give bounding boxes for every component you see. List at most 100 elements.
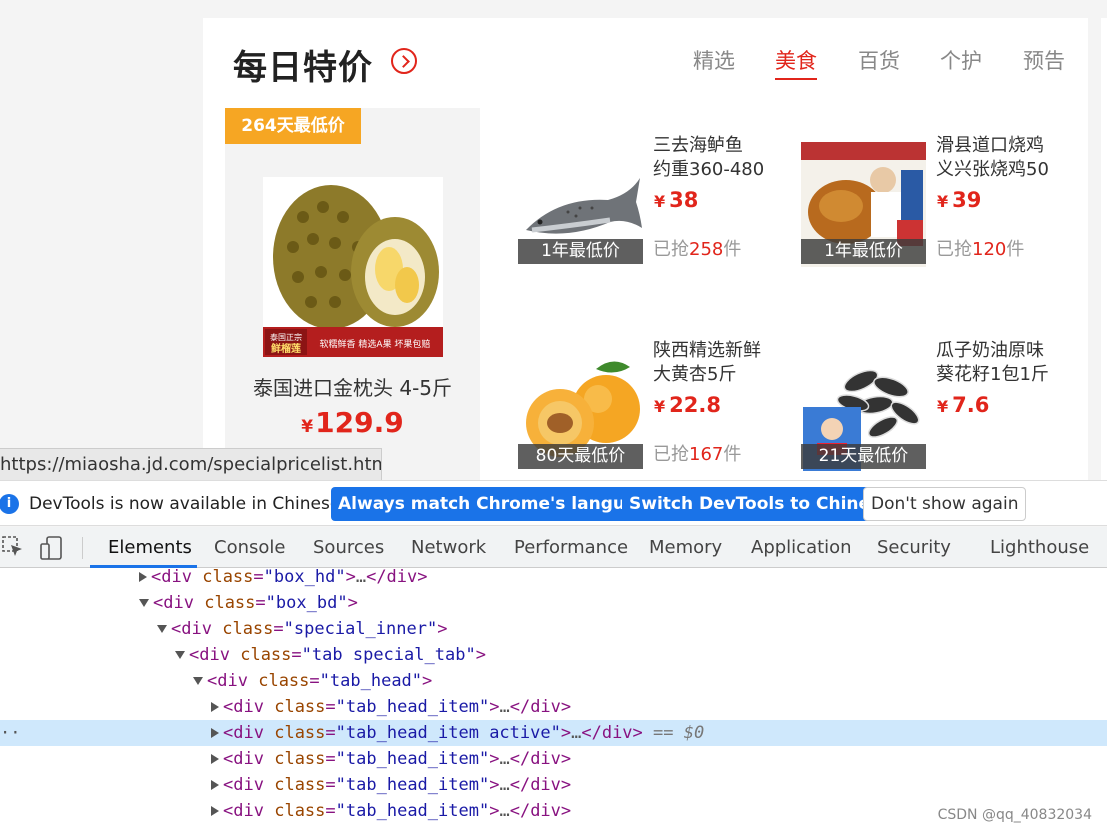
product-name-line: 葵花籽1包1斤 — [936, 364, 1049, 385]
sold-prefix: 已抢 — [653, 444, 689, 465]
tab-console[interactable]: Console — [214, 537, 285, 558]
product-card[interactable]: 80天最低价 陕西精选新鲜 大黄杏5斤 ¥22.8 已抢167件 — [518, 333, 783, 478]
sold-number: 258 — [689, 239, 724, 260]
dom-node[interactable]: <div class="tab_head_item">…</div> — [0, 746, 571, 772]
inspect-element-icon[interactable] — [2, 536, 24, 562]
switch-to-chinese-button[interactable]: Switch DevTools to Chinese — [622, 487, 899, 521]
attr-name: class — [274, 775, 326, 795]
dom-node[interactable]: <div class="tab_head_item">…</div> — [0, 772, 571, 798]
product-price: ¥7.6 — [937, 393, 989, 417]
sold-suffix: 件 — [723, 239, 742, 260]
tab-network[interactable]: Network — [411, 537, 486, 558]
attr-name: class — [274, 723, 326, 743]
expand-triangle-icon[interactable] — [211, 702, 219, 712]
collapse-triangle-icon[interactable] — [193, 677, 203, 685]
product-name[interactable]: 瓜子奶油原味 葵花籽1包1斤 — [936, 339, 1056, 387]
attr-name: class — [274, 801, 326, 821]
product-name[interactable]: 滑县道口烧鸡 义兴张烧鸡50 — [936, 134, 1056, 182]
adjacent-panel-edge — [1101, 18, 1107, 480]
expand-triangle-icon[interactable] — [211, 780, 219, 790]
product-card[interactable]: 1年最低价 滑县道口烧鸡 义兴张烧鸡50 ¥39 已抢120件 — [801, 128, 1066, 273]
product-name-line: 陕西精选新鲜 — [653, 340, 761, 361]
lowest-price-tag: 264天最低价 — [225, 108, 361, 144]
toolbar-divider — [82, 537, 83, 559]
tab-jingxuan[interactable]: 精选 — [693, 45, 735, 75]
lowest-price-badge: 80天最低价 — [518, 444, 643, 469]
product-price: ¥38 — [654, 188, 698, 212]
sold-number: 120 — [972, 239, 1007, 260]
attr-value: special_inner — [293, 619, 427, 639]
tag-name: div — [233, 697, 264, 717]
product-name[interactable]: 三去海鲈鱼 约重360-480 — [653, 134, 773, 182]
product-card[interactable]: 1年最低价 三去海鲈鱼 约重360-480 ¥38 已抢258件 — [518, 128, 783, 273]
tab-gehu[interactable]: 个护 — [940, 45, 982, 75]
tab-memory[interactable]: Memory — [649, 537, 722, 558]
selected-node-ref: == $0 — [653, 723, 705, 743]
featured-product-name[interactable]: 泰国进口金枕头 4-5斤 — [225, 372, 480, 401]
product-name-line: 滑县道口烧鸡 — [936, 135, 1044, 156]
tag-name: div — [163, 593, 194, 613]
featured-product-price: ¥129.9 — [225, 406, 480, 439]
tag-name: div — [161, 567, 192, 587]
tab-lighthouse[interactable]: Lighthouse — [990, 537, 1089, 558]
always-match-language-button[interactable]: Always match Chrome's language — [331, 487, 668, 521]
tag-name: div — [181, 619, 212, 639]
dom-node[interactable]: <div class="tab_head"> — [0, 668, 432, 694]
currency-symbol: ¥ — [301, 417, 314, 437]
tab-baihuo[interactable]: 百货 — [858, 45, 900, 75]
dom-node[interactable]: <div class="tab_head_item">…</div> — [0, 694, 571, 720]
chevron-right-circle-icon[interactable] — [391, 48, 417, 74]
durian-image[interactable]: 泰国正宗 鲜榴莲 软糯鲜香 精选A果 坏果包赔 — [263, 177, 443, 357]
collapse-triangle-icon[interactable] — [139, 599, 149, 607]
product-name-line: 三去海鲈鱼 — [653, 135, 743, 156]
info-icon: i — [0, 494, 19, 514]
tab-elements[interactable]: Elements — [108, 537, 192, 558]
product-name-line: 大黄杏5斤 — [653, 364, 737, 385]
dom-node[interactable]: <div class="box_hd">…</div> — [0, 564, 428, 590]
sold-count: 已抢258件 — [653, 235, 741, 261]
collapse-triangle-icon[interactable] — [157, 625, 167, 633]
expand-triangle-icon[interactable] — [211, 728, 219, 738]
product-name[interactable]: 陕西精选新鲜 大黄杏5斤 — [653, 339, 773, 387]
tab-sources[interactable]: Sources — [313, 537, 384, 558]
attr-name: class — [222, 619, 274, 639]
collapse-triangle-icon[interactable] — [175, 651, 185, 659]
price-value: 38 — [669, 188, 699, 212]
dom-node-selected[interactable]: ·· <div class="tab_head_item active">…</d… — [0, 720, 1107, 746]
product-price: ¥22.8 — [654, 393, 721, 417]
attr-value: tab_head — [329, 671, 412, 691]
dom-node[interactable]: <div class="box_bd"> — [0, 590, 358, 616]
attr-name: class — [258, 671, 310, 691]
attr-name: class — [274, 749, 326, 769]
price-value: 22.8 — [669, 393, 721, 417]
sold-prefix: 已抢 — [936, 239, 972, 260]
more-actions-dots[interactable]: ·· — [0, 720, 20, 746]
dom-node[interactable]: <div class="tab special_tab"> — [0, 642, 486, 668]
tag-name: div — [233, 775, 264, 795]
sold-count: 已抢167件 — [653, 440, 741, 466]
attr-name: class — [240, 645, 292, 665]
dont-show-again-button[interactable]: Don't show again — [863, 487, 1027, 521]
attr-value: tab_head_item active — [345, 723, 551, 743]
tab-security[interactable]: Security — [877, 537, 951, 558]
featured-product[interactable]: 264天最低价 泰国正宗 鲜榴莲 软糯鲜香 精选A果 坏果包赔 泰国进口金枕头 … — [225, 108, 480, 480]
product-name-line: 义兴张烧鸡50 — [936, 159, 1049, 180]
sold-suffix: 件 — [1006, 239, 1025, 260]
dom-node[interactable]: <div class="tab_head_item">…</div> — [0, 798, 571, 824]
attr-name: class — [204, 593, 256, 613]
tab-yugao[interactable]: 预告 — [1023, 45, 1065, 75]
tab-application[interactable]: Application — [751, 537, 852, 558]
status-bar-url: https://miaosha.jd.com/specialpricelist.… — [0, 448, 382, 480]
tab-performance[interactable]: Performance — [514, 537, 628, 558]
expand-triangle-icon[interactable] — [211, 806, 219, 816]
product-card[interactable]: 21天最低价 瓜子奶油原味 葵花籽1包1斤 ¥7.6 — [801, 333, 1066, 478]
dom-node[interactable]: <div class="special_inner"> — [0, 616, 447, 642]
device-toolbar-icon[interactable] — [40, 536, 64, 564]
expand-triangle-icon[interactable] — [211, 754, 219, 764]
tab-meishi[interactable]: 美食 — [775, 45, 817, 80]
attr-value: tab_head_item — [345, 775, 479, 795]
sold-suffix: 件 — [723, 444, 742, 465]
tag-name: div — [199, 645, 230, 665]
expand-triangle-icon[interactable] — [139, 572, 147, 582]
sold-prefix: 已抢 — [653, 239, 689, 260]
